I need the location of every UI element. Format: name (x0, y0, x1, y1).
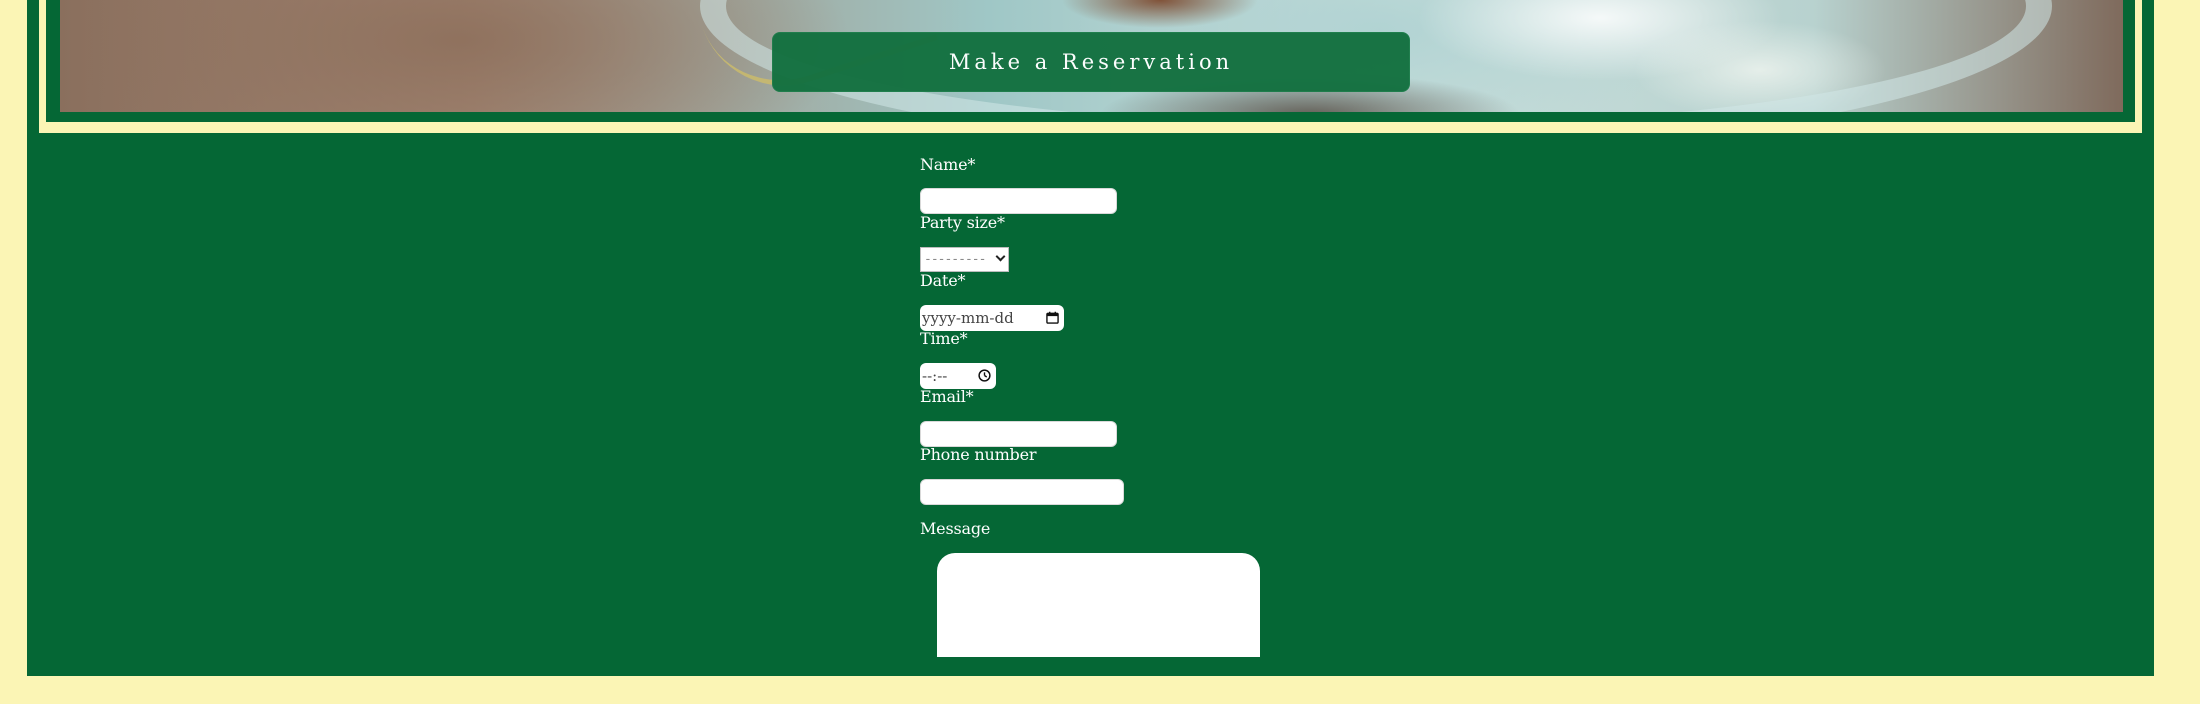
date-placeholder: yyyy-mm-dd (922, 309, 1014, 327)
time-placeholder: --:-- (922, 367, 948, 385)
message-label: Message (920, 519, 991, 538)
make-reservation-label: Make a Reservation (948, 50, 1234, 74)
date-label: Date* (920, 271, 966, 290)
phone-input[interactable] (920, 479, 1124, 505)
party-size-label: Party size* (920, 213, 1005, 232)
calendar-icon[interactable] (1046, 311, 1059, 324)
party-size-value: --------- (924, 252, 986, 267)
make-reservation-button[interactable]: Make a Reservation (772, 32, 1410, 92)
date-input[interactable]: yyyy-mm-dd (920, 305, 1064, 331)
email-label: Email* (920, 387, 974, 406)
email-input[interactable] (920, 421, 1117, 447)
chevron-down-icon (995, 251, 1006, 262)
message-textarea[interactable] (937, 553, 1260, 657)
name-label: Name* (920, 155, 976, 174)
party-size-select[interactable]: --------- (920, 247, 1009, 272)
footer-strip (0, 676, 2200, 704)
page: Make a Reservation Name* Party size* ---… (0, 0, 2200, 704)
time-label: Time* (920, 329, 968, 348)
phone-label: Phone number (920, 445, 1037, 464)
time-input[interactable]: --:-- (920, 363, 996, 389)
clock-icon[interactable] (978, 369, 991, 382)
name-input[interactable] (920, 188, 1117, 214)
